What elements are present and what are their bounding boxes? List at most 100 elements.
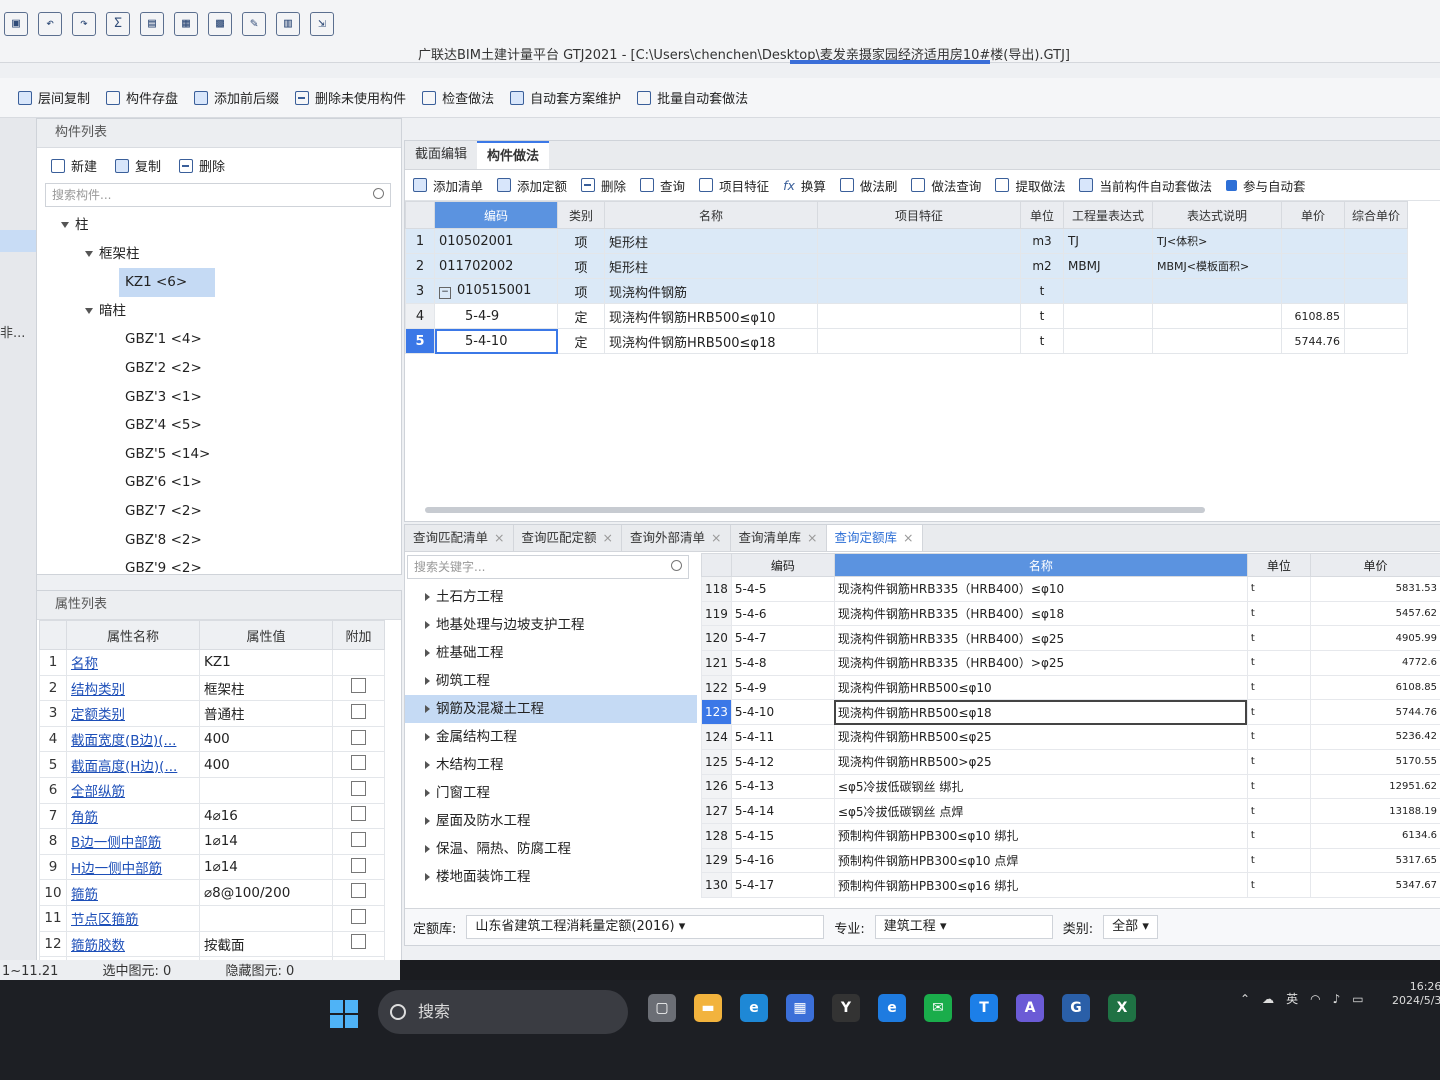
quota-price[interactable]: 5347.67 xyxy=(1309,872,1440,898)
convert-button[interactable]: fx 换算 xyxy=(783,176,826,195)
glodon-a-icon[interactable]: A xyxy=(1016,994,1044,1022)
quota-name[interactable]: 预制构件钢筋HPB300≤φ16 绑扎 xyxy=(833,872,1248,898)
quota-unit[interactable]: t xyxy=(1246,576,1311,602)
new-button[interactable]: 新建 xyxy=(51,156,97,175)
type-cell[interactable]: 项 xyxy=(557,228,605,254)
attach-cell[interactable] xyxy=(332,649,385,676)
taskbar-search[interactable]: 搜索 xyxy=(378,990,628,1034)
property-row[interactable]: 6 全部纵筋 xyxy=(39,776,385,804)
query-button[interactable]: 查询 xyxy=(640,176,685,195)
close-icon[interactable]: × xyxy=(711,530,721,545)
quota-row[interactable]: 128 5-4-15 预制构件钢筋HPB300≤φ10 绑扎 t 6134.6 xyxy=(701,822,1440,849)
property-row[interactable]: 5 截面高度(H边)(... 400 xyxy=(39,751,385,778)
quota-unit[interactable]: t xyxy=(1246,773,1311,800)
quota-unit[interactable]: t xyxy=(1246,748,1311,775)
property-row[interactable]: 11 节点区箍筋 xyxy=(39,904,385,932)
category-item[interactable]: 保温、隔热、防腐工程 xyxy=(405,835,697,863)
tree-item[interactable]: GBZ'5 <14> xyxy=(37,440,401,469)
quota-price[interactable]: 4772.6 xyxy=(1309,650,1440,676)
feature-cell[interactable] xyxy=(817,228,1021,254)
tab-query-quota-library[interactable]: 查询定额库 × xyxy=(826,525,923,551)
collapse-icon[interactable]: − xyxy=(439,287,451,299)
attach-cell[interactable] xyxy=(332,930,385,958)
delete-unused-button[interactable]: 删除未使用构件 xyxy=(295,88,406,107)
quota-row[interactable]: 118 5-4-5 现浇构件钢筋HRB335（HRB400）≤φ10 t 5831.53 xyxy=(701,576,1440,602)
tree-node-hidden-column[interactable]: 暗柱 xyxy=(37,297,401,326)
feature-cell[interactable] xyxy=(817,303,1021,329)
code-cell[interactable]: 011702002 xyxy=(434,253,558,279)
attach-cell[interactable] xyxy=(332,802,385,830)
attach-checkbox[interactable] xyxy=(351,678,366,694)
auto-scheme-button[interactable]: 自动套方案维护 xyxy=(510,88,621,107)
expr-cell[interactable]: MBMJ xyxy=(1063,253,1153,279)
category-item[interactable]: 门窗工程 xyxy=(405,779,697,807)
expand-icon[interactable] xyxy=(425,621,430,629)
battery-icon[interactable]: ▭ xyxy=(1352,992,1363,1006)
close-icon[interactable]: × xyxy=(494,530,504,545)
expr-cell[interactable] xyxy=(1063,278,1153,304)
tree-item[interactable]: GBZ'7 <2> xyxy=(37,497,401,526)
total-price-cell[interactable] xyxy=(1344,278,1408,304)
app-icon[interactable]: Y xyxy=(832,994,860,1022)
category-item[interactable]: 屋面及防水工程 xyxy=(405,807,697,835)
quota-name[interactable]: 预制构件钢筋HPB300≤φ10 点焊 xyxy=(833,847,1248,874)
quota-code[interactable]: 5-4-8 xyxy=(730,650,835,676)
method-brush-button[interactable]: 做法刷 xyxy=(839,176,897,195)
tab-query-match-quota[interactable]: 查询匹配定额 × xyxy=(514,525,622,551)
batch-auto-method-button[interactable]: 批量自动套做法 xyxy=(637,88,748,107)
redo-icon[interactable]: ↷ xyxy=(72,12,96,36)
price-cell[interactable] xyxy=(1281,278,1345,304)
grid-icon[interactable]: ▩ xyxy=(208,12,232,36)
expand-icon[interactable] xyxy=(425,677,430,685)
sidebar-highlight[interactable] xyxy=(0,230,36,252)
quota-unit[interactable]: t xyxy=(1246,625,1311,652)
quota-name[interactable]: 现浇构件钢筋HRB500≤φ25 xyxy=(833,724,1248,750)
quota-name[interactable]: 现浇构件钢筋HRB500≤φ18 xyxy=(833,699,1248,726)
quota-row[interactable]: 129 5-4-16 预制构件钢筋HPB300≤φ10 点焊 t 5317.65 xyxy=(701,847,1440,874)
category-item[interactable]: 钢筋及混凝土工程 xyxy=(405,695,697,723)
attach-cell[interactable] xyxy=(332,674,385,702)
property-row[interactable]: 12 箍筋胶数 按截面 xyxy=(39,930,385,958)
quota-unit[interactable]: t xyxy=(1246,822,1311,849)
tree-node-column[interactable]: 柱 xyxy=(37,211,401,240)
tab-component-method[interactable]: 构件做法 xyxy=(477,141,550,169)
price-cell[interactable]: 5744.76 xyxy=(1281,328,1345,354)
property-name[interactable]: 结构类别 xyxy=(66,674,200,702)
type-cell[interactable]: 定 xyxy=(557,328,605,354)
property-row[interactable]: 2 结构类别 框架柱 xyxy=(39,674,385,702)
property-row[interactable]: 10 箍筋 ⌀8@100/200 xyxy=(39,879,385,906)
expand-icon[interactable] xyxy=(425,733,430,741)
attach-checkbox[interactable] xyxy=(351,703,366,719)
sum-icon[interactable]: Σ xyxy=(106,12,130,36)
tab-query-external-list[interactable]: 查询外部清单 × xyxy=(622,525,731,551)
attach-checkbox[interactable] xyxy=(351,729,366,745)
total-price-cell[interactable] xyxy=(1344,303,1408,329)
delete-row-button[interactable]: 删除 xyxy=(581,176,626,195)
quota-price[interactable]: 12951.62 xyxy=(1309,773,1440,800)
expand-icon[interactable] xyxy=(425,761,430,769)
unit-cell[interactable]: t xyxy=(1020,278,1064,304)
quota-row[interactable]: 120 5-4-7 现浇构件钢筋HRB335（HRB400）≤φ25 t 4905.99 xyxy=(701,625,1440,652)
property-name[interactable]: B边一侧中部筋 xyxy=(66,828,200,855)
expr-desc-cell[interactable] xyxy=(1152,328,1282,354)
quota-unit[interactable]: t xyxy=(1246,872,1311,898)
property-name[interactable]: 箍筋胶数 xyxy=(66,930,200,958)
name-cell[interactable]: 现浇构件钢筋HRB500≤φ18 xyxy=(604,328,818,354)
expand-icon[interactable] xyxy=(425,817,430,825)
tree-item[interactable]: GBZ'4 <5> xyxy=(37,411,401,440)
quota-name[interactable]: 现浇构件钢筋HRB335（HRB400）≤φ18 xyxy=(833,600,1248,627)
property-value[interactable]: 4⌀16 xyxy=(199,802,333,830)
name-cell[interactable]: 矩形柱 xyxy=(604,228,818,254)
feature-cell[interactable] xyxy=(817,328,1021,354)
auto-apply-current-button[interactable]: 当前构件自动套做法 xyxy=(1079,176,1212,195)
extract-method-button[interactable]: 提取做法 xyxy=(995,176,1065,195)
attach-cell[interactable] xyxy=(332,776,385,804)
property-name[interactable]: 全部纵筋 xyxy=(66,776,200,804)
category-item[interactable]: 金属结构工程 xyxy=(405,723,697,751)
type-select[interactable]: 全部 ▾ xyxy=(1103,915,1158,939)
quota-row[interactable]: 125 5-4-12 现浇构件钢筋HRB500>φ25 t 5170.55 xyxy=(701,748,1440,775)
component-search-input[interactable]: 搜索构件... xyxy=(45,183,391,207)
type-cell[interactable]: 项 xyxy=(557,278,605,304)
quota-code[interactable]: 5-4-9 xyxy=(730,674,835,701)
tree-item[interactable]: GBZ'9 <2> xyxy=(37,554,401,583)
